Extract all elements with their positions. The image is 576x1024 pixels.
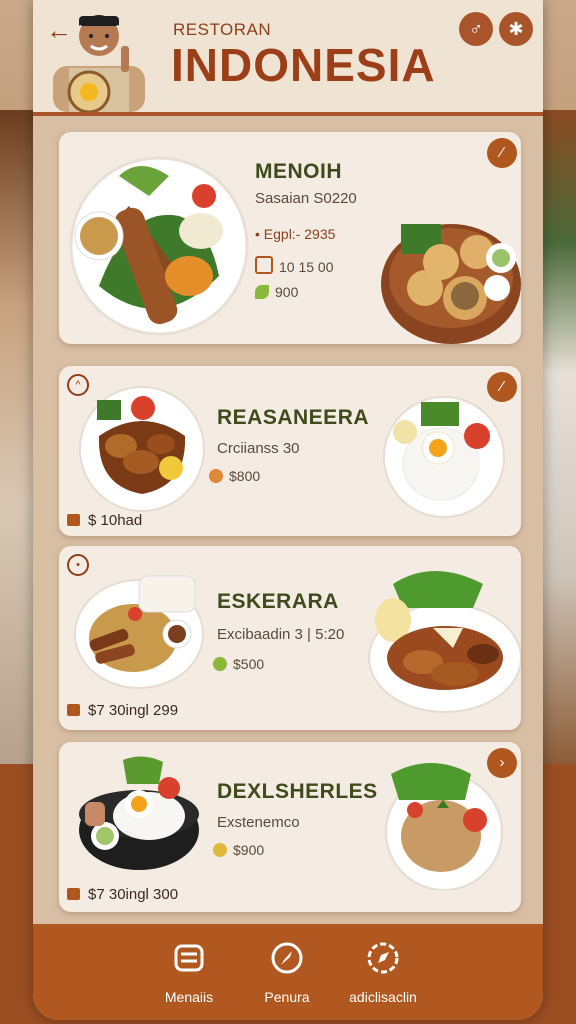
settings-icon[interactable]: ✱: [499, 12, 533, 46]
chef-mascot: [53, 15, 145, 112]
dish-rating-value: 900: [275, 284, 299, 300]
dish-price-tag: $900: [213, 842, 264, 858]
dish-cost-value: $7 30ingl 300: [88, 886, 179, 903]
dish-image-fried-balls: [381, 224, 521, 344]
dish-rating: 900: [255, 284, 298, 300]
dish-cost: $ 10had: [67, 512, 142, 529]
restaurant-title: INDONESIA: [171, 39, 436, 91]
dish-price-value: $500: [233, 656, 265, 672]
explore-icon: [367, 942, 399, 974]
app-header: ← RESTORAN INDONESIA ♂ ✱: [33, 0, 543, 116]
dish-image-fried-rice: [385, 763, 503, 890]
bag-icon: [67, 704, 80, 716]
background-left: [0, 110, 34, 770]
menu-list: MENOIH Sasaian S0220 • Egpl:- 2935 10 15…: [33, 116, 543, 924]
dish-time-value: 10 15 00: [279, 259, 334, 275]
dish-cost-value: $7 30ingl 299: [88, 702, 179, 719]
dish-title: REASANEERA: [217, 406, 370, 429]
dish-cost: $7 30ingl 299: [67, 702, 178, 719]
dish-image-grilled-fish: [368, 571, 521, 713]
menu-card[interactable]: ^ REASANEERA Crciianss 30 $800 $ 10had ⁄: [59, 366, 521, 536]
menu-card[interactable]: • ESKERARA Excibaadin 3 | 5:20 $500 $7 3…: [59, 546, 521, 730]
clock-icon: [255, 256, 273, 274]
bottom-nav: Menaiis Penura adiclisaclin: [33, 924, 543, 1020]
dish-subtitle: Exstenemco: [217, 814, 300, 831]
dish-title: DEXLSHERLES: [217, 780, 378, 803]
heart-icon: [209, 469, 223, 483]
dish-info-line: • Egpl:- 2935: [255, 226, 336, 242]
heart-icon: [213, 843, 227, 857]
dish-subtitle: Sasaian S0220: [255, 190, 357, 207]
menu-icon: [174, 944, 204, 972]
heart-icon: [213, 657, 227, 671]
leaf-icon: [255, 285, 269, 299]
dish-image-rice-bowl: [79, 756, 199, 870]
dish-image-rice-egg: [383, 396, 505, 518]
compass-icon: [271, 942, 303, 974]
dish-title: MENOIH: [255, 160, 342, 183]
dish-time: 10 15 00: [255, 256, 334, 275]
dish-price-value: $800: [229, 468, 261, 484]
dish-price-tag: $800: [209, 468, 260, 484]
favorite-badge[interactable]: ⁄: [487, 138, 517, 168]
dish-price-tag: $500: [213, 656, 264, 672]
profile-icon[interactable]: ♂: [459, 12, 493, 46]
dish-image-fried-chicken: [79, 386, 205, 512]
dish-subtitle: Crciianss 30: [217, 440, 300, 457]
nav-label: adiclisaclin: [349, 989, 417, 1005]
dish-image-noodles: [74, 575, 204, 689]
dish-price-value: $900: [233, 842, 265, 858]
bag-icon: [67, 514, 80, 526]
nav-item-explore[interactable]: adiclisaclin: [323, 940, 443, 1005]
menu-card[interactable]: DEXLSHERLES Exstenemco $900 $7 30ingl 30…: [59, 742, 521, 912]
dish-cost-value: $ 10had: [88, 512, 143, 529]
app-screen: ← RESTORAN INDONESIA ♂ ✱ MENOIH Sasaian …: [33, 0, 543, 1020]
dish-subtitle: Excibaadin 3 | 5:20: [217, 626, 345, 643]
background-right: [542, 110, 576, 770]
bag-icon: [67, 888, 80, 900]
menu-card[interactable]: MENOIH Sasaian S0220 • Egpl:- 2935 10 15…: [59, 132, 521, 344]
dish-title: ESKERARA: [217, 590, 339, 613]
dish-image-grilled-chicken: [69, 156, 249, 336]
restaurant-label: RESTORAN: [173, 20, 272, 39]
dish-cost: $7 30ingl 300: [67, 886, 178, 903]
